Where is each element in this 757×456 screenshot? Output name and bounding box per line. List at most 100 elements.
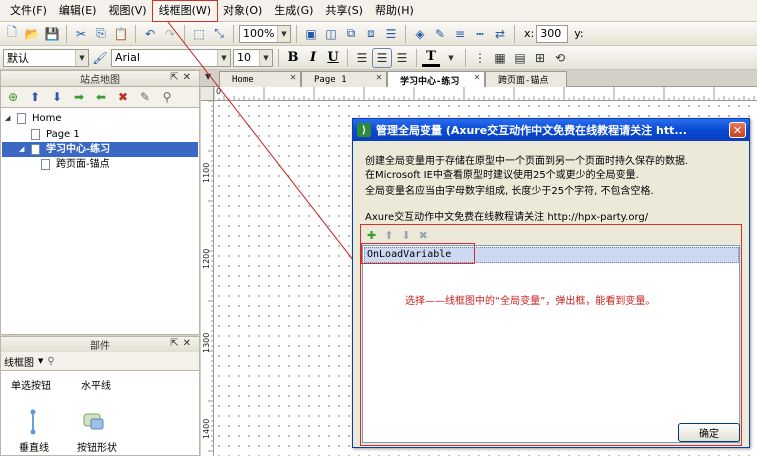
close-icon[interactable]: ✕ xyxy=(376,72,382,83)
widget-button-shape[interactable]: 按钮形状 xyxy=(77,439,117,454)
align-icon[interactable]: ☰ xyxy=(382,25,400,43)
border-icon[interactable]: ▦ xyxy=(491,49,509,67)
search-icon[interactable]: ⚲ xyxy=(47,356,54,367)
menu-object[interactable]: 对象(O) xyxy=(217,1,268,21)
font-size-select[interactable]: 10 ▼ xyxy=(233,48,273,67)
text-color-button[interactable]: T xyxy=(422,49,440,67)
toolbar-separator xyxy=(416,48,417,67)
indent-icon[interactable]: ➡ xyxy=(70,88,88,106)
cut-icon[interactable]: ✂ xyxy=(72,25,90,43)
delete-page-icon[interactable]: ✖ xyxy=(114,88,132,106)
paste-icon[interactable]: 📋 xyxy=(112,25,130,43)
style-select[interactable]: 默认 ▼ xyxy=(3,48,89,67)
button-shape-widget-icon[interactable] xyxy=(83,411,105,431)
menu-share[interactable]: 共享(S) xyxy=(319,1,369,21)
edit-page-icon[interactable]: ✎ xyxy=(136,88,154,106)
shadow-icon[interactable]: ▤ xyxy=(511,49,529,67)
move-up-icon[interactable]: ⬆ xyxy=(384,229,393,242)
select-tool-icon[interactable]: ⬚ xyxy=(190,25,208,43)
widgets-panel-header: 部件 ⇱✕ xyxy=(0,336,200,353)
tab-home[interactable]: Home ✕ xyxy=(219,71,301,87)
close-icon[interactable]: ✕ xyxy=(474,72,480,83)
copy-icon[interactable]: ⎘ xyxy=(92,25,110,43)
send-back-icon[interactable]: ⧈ xyxy=(362,25,380,43)
variable-list: OnLoadVariable xyxy=(362,245,740,443)
align-left-icon[interactable]: ☰ xyxy=(353,49,371,67)
tab-anchor[interactable]: 跨页面-锚点 xyxy=(485,71,567,87)
line-style-icon[interactable]: ┅ xyxy=(471,25,489,43)
open-folder-icon[interactable]: 📂 xyxy=(23,25,41,43)
widget-radio[interactable]: 单选按钮 xyxy=(11,377,51,392)
tree-item-home[interactable]: ◢ Home xyxy=(5,111,197,126)
move-down-icon[interactable]: ⬇ xyxy=(48,88,66,106)
align-right-icon[interactable]: ☰ xyxy=(393,49,411,67)
bold-button[interactable]: B xyxy=(284,49,302,67)
new-file-icon[interactable]: 🗋 xyxy=(3,25,21,43)
tab-learning-center[interactable]: 学习中心-练习 ✕ xyxy=(387,71,485,88)
format-painter-icon[interactable]: 🖌 xyxy=(91,49,109,67)
ungroup-icon[interactable]: ◫ xyxy=(322,25,340,43)
sitemap-tree: ◢ Home Page 1 ◢ 学习中心-练习 跨页面-锚点 xyxy=(0,107,200,335)
format-toolbar: 默认 ▼ 🖌 Arial ▼ 10 ▼ B I U ☰ ☰ ☰ T ▼ ⋮ ▦ … xyxy=(0,46,757,70)
fill-color-icon[interactable]: ◈ xyxy=(411,25,429,43)
group-icon[interactable]: ▣ xyxy=(302,25,320,43)
tree-item-page1[interactable]: Page 1 xyxy=(19,127,197,142)
line-color-icon[interactable]: ✎ xyxy=(431,25,449,43)
add-page-icon[interactable]: ⊕ xyxy=(4,88,22,106)
move-up-icon[interactable]: ⬆ xyxy=(26,88,44,106)
tree-item-learning-center[interactable]: ◢ 学习中心-练习 xyxy=(2,142,198,157)
outdent-icon[interactable]: ⬅ xyxy=(92,88,110,106)
widget-hline[interactable]: 水平线 xyxy=(81,377,111,392)
widget-vline[interactable]: 垂直线 xyxy=(19,439,49,454)
search-icon[interactable]: ⚲ xyxy=(158,88,176,106)
ruler-left-label: 1300 xyxy=(202,332,211,353)
zoom-select[interactable]: 100% ▼ xyxy=(239,24,291,43)
italic-button[interactable]: I xyxy=(304,49,322,67)
ruler-left: 1100 1200 1300 1400 xyxy=(201,101,214,456)
connector-tool-icon[interactable]: ⤡ xyxy=(210,25,228,43)
ok-button[interactable]: 确定 xyxy=(678,423,740,442)
menu-generate[interactable]: 生成(G) xyxy=(268,1,319,21)
padding-icon[interactable]: ⊞ xyxy=(531,49,549,67)
close-icon[interactable]: ✕ xyxy=(290,72,296,83)
toolbar-separator xyxy=(66,24,67,43)
delete-variable-icon[interactable]: ✖ xyxy=(419,229,428,242)
save-icon[interactable]: 💾 xyxy=(43,25,61,43)
undo-icon[interactable]: ↶ xyxy=(141,25,159,43)
font-select[interactable]: Arial ▼ xyxy=(111,48,231,67)
line-width-icon[interactable]: ≡ xyxy=(451,25,469,43)
expand-icon[interactable]: ◢ xyxy=(5,111,13,126)
dialog-title-bar[interactable]: ⟩ 管理全局变量 (Axure交互动作中文免费在线教程请关注 htt... xyxy=(353,119,749,141)
x-input[interactable]: 300 xyxy=(536,24,569,43)
add-variable-icon[interactable]: ✚ xyxy=(367,229,376,242)
y-label: y: xyxy=(574,27,584,40)
menu-view[interactable]: 视图(V) xyxy=(102,1,152,21)
underline-button[interactable]: U xyxy=(324,49,342,67)
rotate-icon[interactable]: ⟲ xyxy=(551,49,569,67)
tab-page1[interactable]: Page 1 ✕ xyxy=(301,71,387,87)
text-color-dropdown-icon[interactable]: ▼ xyxy=(442,49,460,67)
panel-controls-icon[interactable]: ⇱✕ xyxy=(170,338,195,349)
bring-front-icon[interactable]: ⧉ xyxy=(342,25,360,43)
close-icon[interactable]: ✕ xyxy=(729,122,746,138)
tab-list-icon[interactable]: ▼ xyxy=(205,72,211,81)
align-center-icon[interactable]: ☰ xyxy=(372,47,392,68)
menu-wireframe[interactable]: 线框图(W) xyxy=(151,0,219,22)
tree-item-anchor[interactable]: 跨页面-锚点 xyxy=(41,157,197,172)
page-icon xyxy=(31,129,40,140)
ruler-top: 0 xyxy=(214,87,757,101)
bullet-icon[interactable]: ⋮ xyxy=(471,49,489,67)
widgets-list: 单选按钮 水平线 垂直线 按钮形状 xyxy=(0,370,200,456)
vline-widget-icon[interactable] xyxy=(29,409,37,435)
chevron-down-icon[interactable]: ▼ xyxy=(38,357,43,365)
widget-library-select[interactable]: 线框图 xyxy=(4,354,34,369)
menu-help[interactable]: 帮助(H) xyxy=(369,1,420,21)
tab-label: 跨页面-锚点 xyxy=(498,76,549,86)
arrow-style-icon[interactable]: ⇄ xyxy=(491,25,509,43)
menu-edit[interactable]: 编辑(E) xyxy=(53,1,103,21)
expand-icon[interactable]: ◢ xyxy=(19,142,27,157)
panel-controls-icon[interactable]: ⇱✕ xyxy=(170,72,195,83)
menu-file[interactable]: 文件(F) xyxy=(4,1,53,21)
move-down-icon[interactable]: ⬇ xyxy=(401,229,410,242)
redo-icon[interactable]: ↷ xyxy=(161,25,179,43)
